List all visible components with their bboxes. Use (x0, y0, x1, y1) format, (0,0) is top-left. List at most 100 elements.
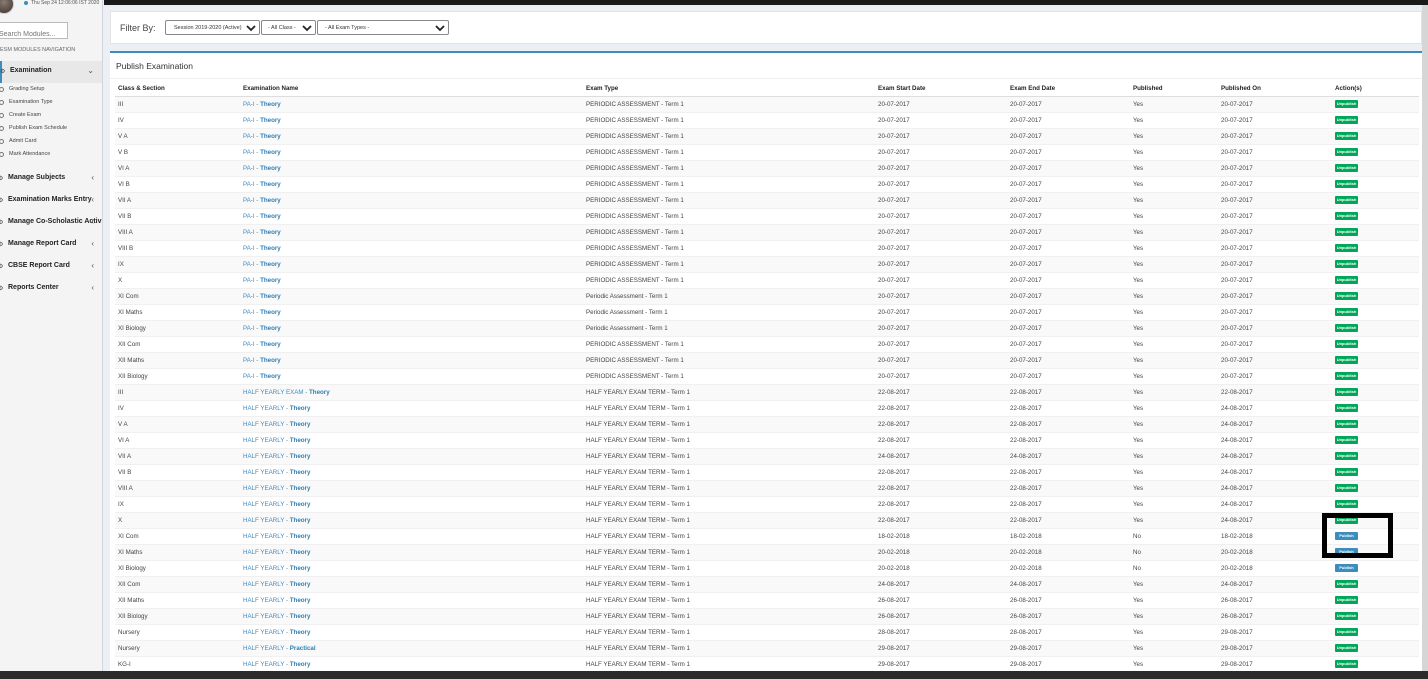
exam-name-link[interactable]: PA-I - Theory (243, 133, 281, 140)
unpublish-button[interactable]: Unpublish (1335, 164, 1358, 172)
unpublish-button[interactable]: Unpublish (1335, 132, 1358, 140)
unpublish-button[interactable]: Unpublish (1335, 404, 1358, 412)
unpublish-button[interactable]: Unpublish (1335, 212, 1358, 220)
unpublish-button[interactable]: Unpublish (1335, 116, 1358, 124)
exam-name-link[interactable]: HALF YEARLY - Theory (243, 485, 310, 492)
exam-name-link[interactable]: PA-I - Theory (243, 197, 281, 204)
exam-name-link[interactable]: PA-I - Theory (243, 309, 281, 316)
exam-name-link[interactable]: PA-I - Theory (243, 213, 281, 220)
unpublish-button[interactable]: Unpublish (1335, 660, 1358, 669)
exam-name-link[interactable]: HALF YEARLY - Theory (243, 597, 310, 604)
unpublish-button[interactable]: Unpublish (1335, 356, 1358, 364)
exam-name-link[interactable]: HALF YEARLY - Theory (243, 405, 310, 412)
unpublish-button[interactable]: Unpublish (1335, 500, 1358, 508)
exam-name-link[interactable]: HALF YEARLY - Theory (243, 421, 310, 428)
col-start-date[interactable]: Exam Start Date (875, 81, 1007, 97)
col-exam-type[interactable]: Exam Type (583, 81, 875, 97)
unpublish-button[interactable]: Unpublish (1335, 260, 1358, 268)
exam-name-link[interactable]: PA-I - Theory (243, 165, 281, 172)
exam-name-link[interactable]: PA-I - Theory (243, 149, 281, 156)
cell-actions: Unpublish (1332, 607, 1419, 624)
unpublish-button[interactable]: Unpublish (1335, 580, 1358, 588)
search-input[interactable] (0, 27, 67, 42)
unpublish-button[interactable]: Unpublish (1335, 148, 1358, 156)
scrollbar[interactable] (1422, 5, 1428, 671)
sidebar-item-examination-marks-entry[interactable]: ⚙ Examination Marks Entry‹ (0, 190, 102, 212)
unpublish-button[interactable]: Unpublish (1335, 308, 1358, 316)
exam-name-link[interactable]: PA-I - Theory (243, 357, 281, 364)
unpublish-button[interactable]: Unpublish (1335, 372, 1358, 380)
unpublish-button[interactable]: Unpublish (1335, 228, 1358, 236)
submenu-item-publish-exam-schedule[interactable]: Publish Exam Schedule (0, 123, 102, 136)
unpublish-button[interactable]: Unpublish (1335, 388, 1358, 396)
publish-button[interactable]: Publish (1335, 564, 1358, 572)
exam-name-link[interactable]: HALF YEARLY - Theory (243, 517, 310, 524)
unpublish-button[interactable]: Unpublish (1335, 340, 1358, 348)
sidebar-item-manage-subjects[interactable]: ⚙ Manage Subjects ‹ (0, 168, 102, 190)
unpublish-button[interactable]: Unpublish (1335, 100, 1358, 108)
exam-type-select[interactable]: - All Exam Types - (317, 20, 449, 35)
unpublish-button[interactable]: Unpublish (1335, 644, 1358, 652)
col-published[interactable]: Published (1130, 81, 1218, 97)
unpublish-button[interactable]: Unpublish (1335, 324, 1358, 332)
unpublish-button[interactable]: Unpublish (1335, 292, 1358, 300)
sidebar-item-manage-co-scholastic-activities[interactable]: ⚙ Manage Co-Scholastic Activities‹ (0, 212, 102, 234)
unpublish-button[interactable]: Unpublish (1335, 468, 1358, 476)
unpublish-button[interactable]: Unpublish (1335, 596, 1358, 604)
sidebar-item-manage-report-card[interactable]: ⚙ Manage Report Card ‹ (0, 234, 102, 256)
unpublish-button[interactable]: Unpublish (1335, 484, 1358, 492)
exam-name-link[interactable]: PA-I - Theory (243, 373, 281, 380)
submenu-item-grading-setup[interactable]: Grading Setup (0, 84, 102, 97)
module-search[interactable] (0, 22, 68, 42)
submenu-item-examination-type[interactable]: Examination Type (0, 97, 102, 110)
exam-name-link[interactable]: HALF YEARLY - Theory (243, 533, 310, 540)
avatar[interactable] (0, 0, 14, 14)
class-select[interactable]: - All Class - (261, 20, 316, 35)
exam-name-link[interactable]: PA-I - Theory (243, 341, 281, 348)
exam-name-link[interactable]: HALF YEARLY - Theory (243, 453, 310, 460)
unpublish-button[interactable]: Unpublish (1335, 628, 1358, 636)
unpublish-button[interactable]: Unpublish (1335, 612, 1358, 620)
unpublish-button[interactable]: Unpublish (1335, 436, 1358, 444)
exam-name-link[interactable]: PA-I - Theory (243, 261, 281, 268)
col-end-date[interactable]: Exam End Date (1007, 81, 1130, 97)
exam-name-link[interactable]: HALF YEARLY - Theory (243, 613, 310, 620)
cell-exam-name: PA-I - Theory (240, 143, 583, 160)
cell-exam-type: HALF YEARLY EXAM TERM - Term 1 (583, 543, 875, 560)
col-class-section[interactable]: Class & Section (115, 81, 240, 97)
exam-name-link[interactable]: HALF YEARLY - Theory (243, 549, 310, 556)
exam-name-link[interactable]: PA-I - Theory (243, 245, 281, 252)
unpublish-button[interactable]: Unpublish (1335, 276, 1358, 284)
exam-name-link[interactable]: HALF YEARLY - Theory (243, 629, 310, 636)
submenu-item-admit-card[interactable]: Admit Card (0, 136, 102, 149)
unpublish-button[interactable]: Unpublish (1335, 244, 1358, 252)
exam-name-link[interactable]: PA-I - Theory (243, 117, 281, 124)
unpublish-button[interactable]: Unpublish (1335, 420, 1358, 428)
exam-name-link[interactable]: PA-I - Theory (243, 229, 281, 236)
submenu-item-mark-attendance[interactable]: Mark Attendance (0, 149, 102, 162)
exam-name-link[interactable]: PA-I - Theory (243, 101, 281, 108)
sidebar-item-reports-center[interactable]: ⚙ Reports Center ‹ (0, 278, 102, 300)
sidebar-item-examination[interactable]: ⚙ Examination ⌄ (0, 61, 102, 83)
exam-name-link[interactable]: HALF YEARLY - Theory (243, 437, 310, 444)
exam-name-link[interactable]: HALF YEARLY - Theory (243, 469, 310, 476)
exam-name-link[interactable]: HALF YEARLY EXAM - Theory (243, 389, 330, 396)
sidebar-item-cbse-report-card[interactable]: ⚙ CBSE Report Card ‹ (0, 256, 102, 278)
exam-name-link[interactable]: PA-I - Theory (243, 181, 281, 188)
submenu-item-create-exam[interactable]: Create Exam (0, 110, 102, 123)
exam-name-link[interactable]: PA-I - Theory (243, 325, 281, 332)
exam-name-link[interactable]: HALF YEARLY - Theory (243, 565, 310, 572)
unpublish-button[interactable]: Unpublish (1335, 452, 1358, 460)
exam-name-link[interactable]: PA-I - Theory (243, 277, 281, 284)
exam-name-prefix: PA-I - (243, 324, 261, 332)
unpublish-button[interactable]: Unpublish (1335, 180, 1358, 188)
col-published-on[interactable]: Published On (1218, 81, 1332, 97)
exam-name-link[interactable]: HALF YEARLY - Theory (243, 581, 310, 588)
exam-name-link[interactable]: HALF YEARLY - Practical (243, 645, 316, 652)
session-select[interactable]: Session 2019-2020 (Active) (165, 20, 260, 35)
col-exam-name[interactable]: Examination Name (240, 81, 583, 97)
unpublish-button[interactable]: Unpublish (1335, 196, 1358, 204)
exam-name-link[interactable]: HALF YEARLY - Theory (243, 501, 310, 508)
exam-name-link[interactable]: PA-I - Theory (243, 293, 281, 300)
exam-name-link[interactable]: HALF YEARLY - Theory (243, 661, 310, 668)
